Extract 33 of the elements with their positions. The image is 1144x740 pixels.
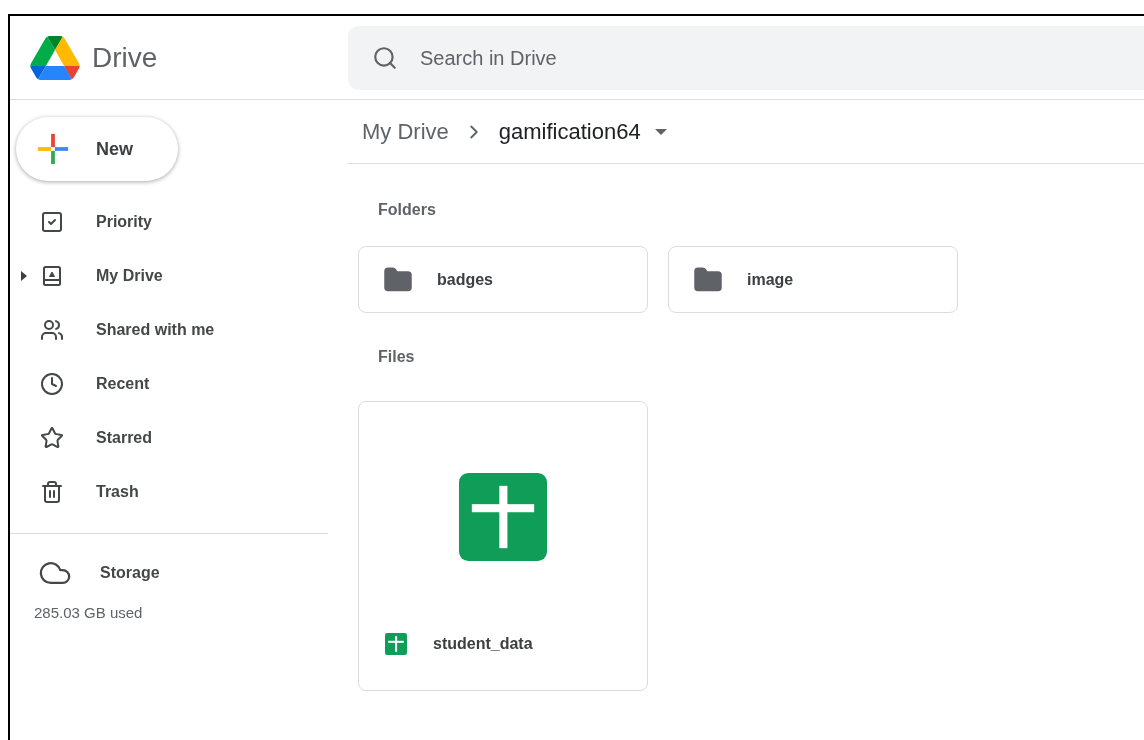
storage-label[interactable]: Storage [100, 561, 160, 585]
sidebar-item[interactable]: Shared with me [10, 303, 328, 357]
breadcrumb-item[interactable]: My Drive [362, 115, 449, 148]
spreadsheet-preview-icon [459, 473, 547, 561]
breadcrumb-item[interactable]: gamification64 [498, 115, 641, 148]
drive-logo-icon [30, 35, 80, 80]
folder-card[interactable]: image [668, 246, 958, 313]
sidebar-item[interactable]: Recent [10, 357, 328, 411]
expand-arrow-icon[interactable] [20, 271, 28, 281]
sidebar-item[interactable]: Starred [10, 411, 328, 465]
clock-icon [40, 372, 64, 396]
plus-icon [36, 132, 70, 166]
file-name: student_data [433, 634, 533, 654]
sidebar-item[interactable]: Priority [10, 195, 328, 249]
drive-icon [40, 264, 64, 288]
sidebar-item[interactable]: Trash [10, 465, 328, 519]
section-heading: Folders [378, 200, 437, 220]
folder-card[interactable]: badges [358, 246, 648, 313]
app-name: Drive [92, 40, 158, 75]
search-placeholder: Search in Drive [420, 45, 557, 71]
checkbox-icon [40, 210, 64, 234]
trash-icon [40, 480, 64, 504]
search-icon [372, 44, 398, 71]
section-heading: Files [378, 347, 416, 367]
spreadsheet-icon [385, 633, 407, 655]
people-icon [40, 318, 64, 342]
dropdown-caret-icon[interactable] [654, 128, 667, 135]
search-field[interactable]: Search in Drive [348, 25, 1144, 90]
file-card[interactable]: student_data [358, 401, 648, 691]
new-button[interactable]: New [16, 117, 178, 181]
storage-usage: 285.03 GB used [34, 603, 144, 623]
star-icon [40, 426, 64, 450]
sidebar-item[interactable]: My Drive [10, 249, 328, 303]
